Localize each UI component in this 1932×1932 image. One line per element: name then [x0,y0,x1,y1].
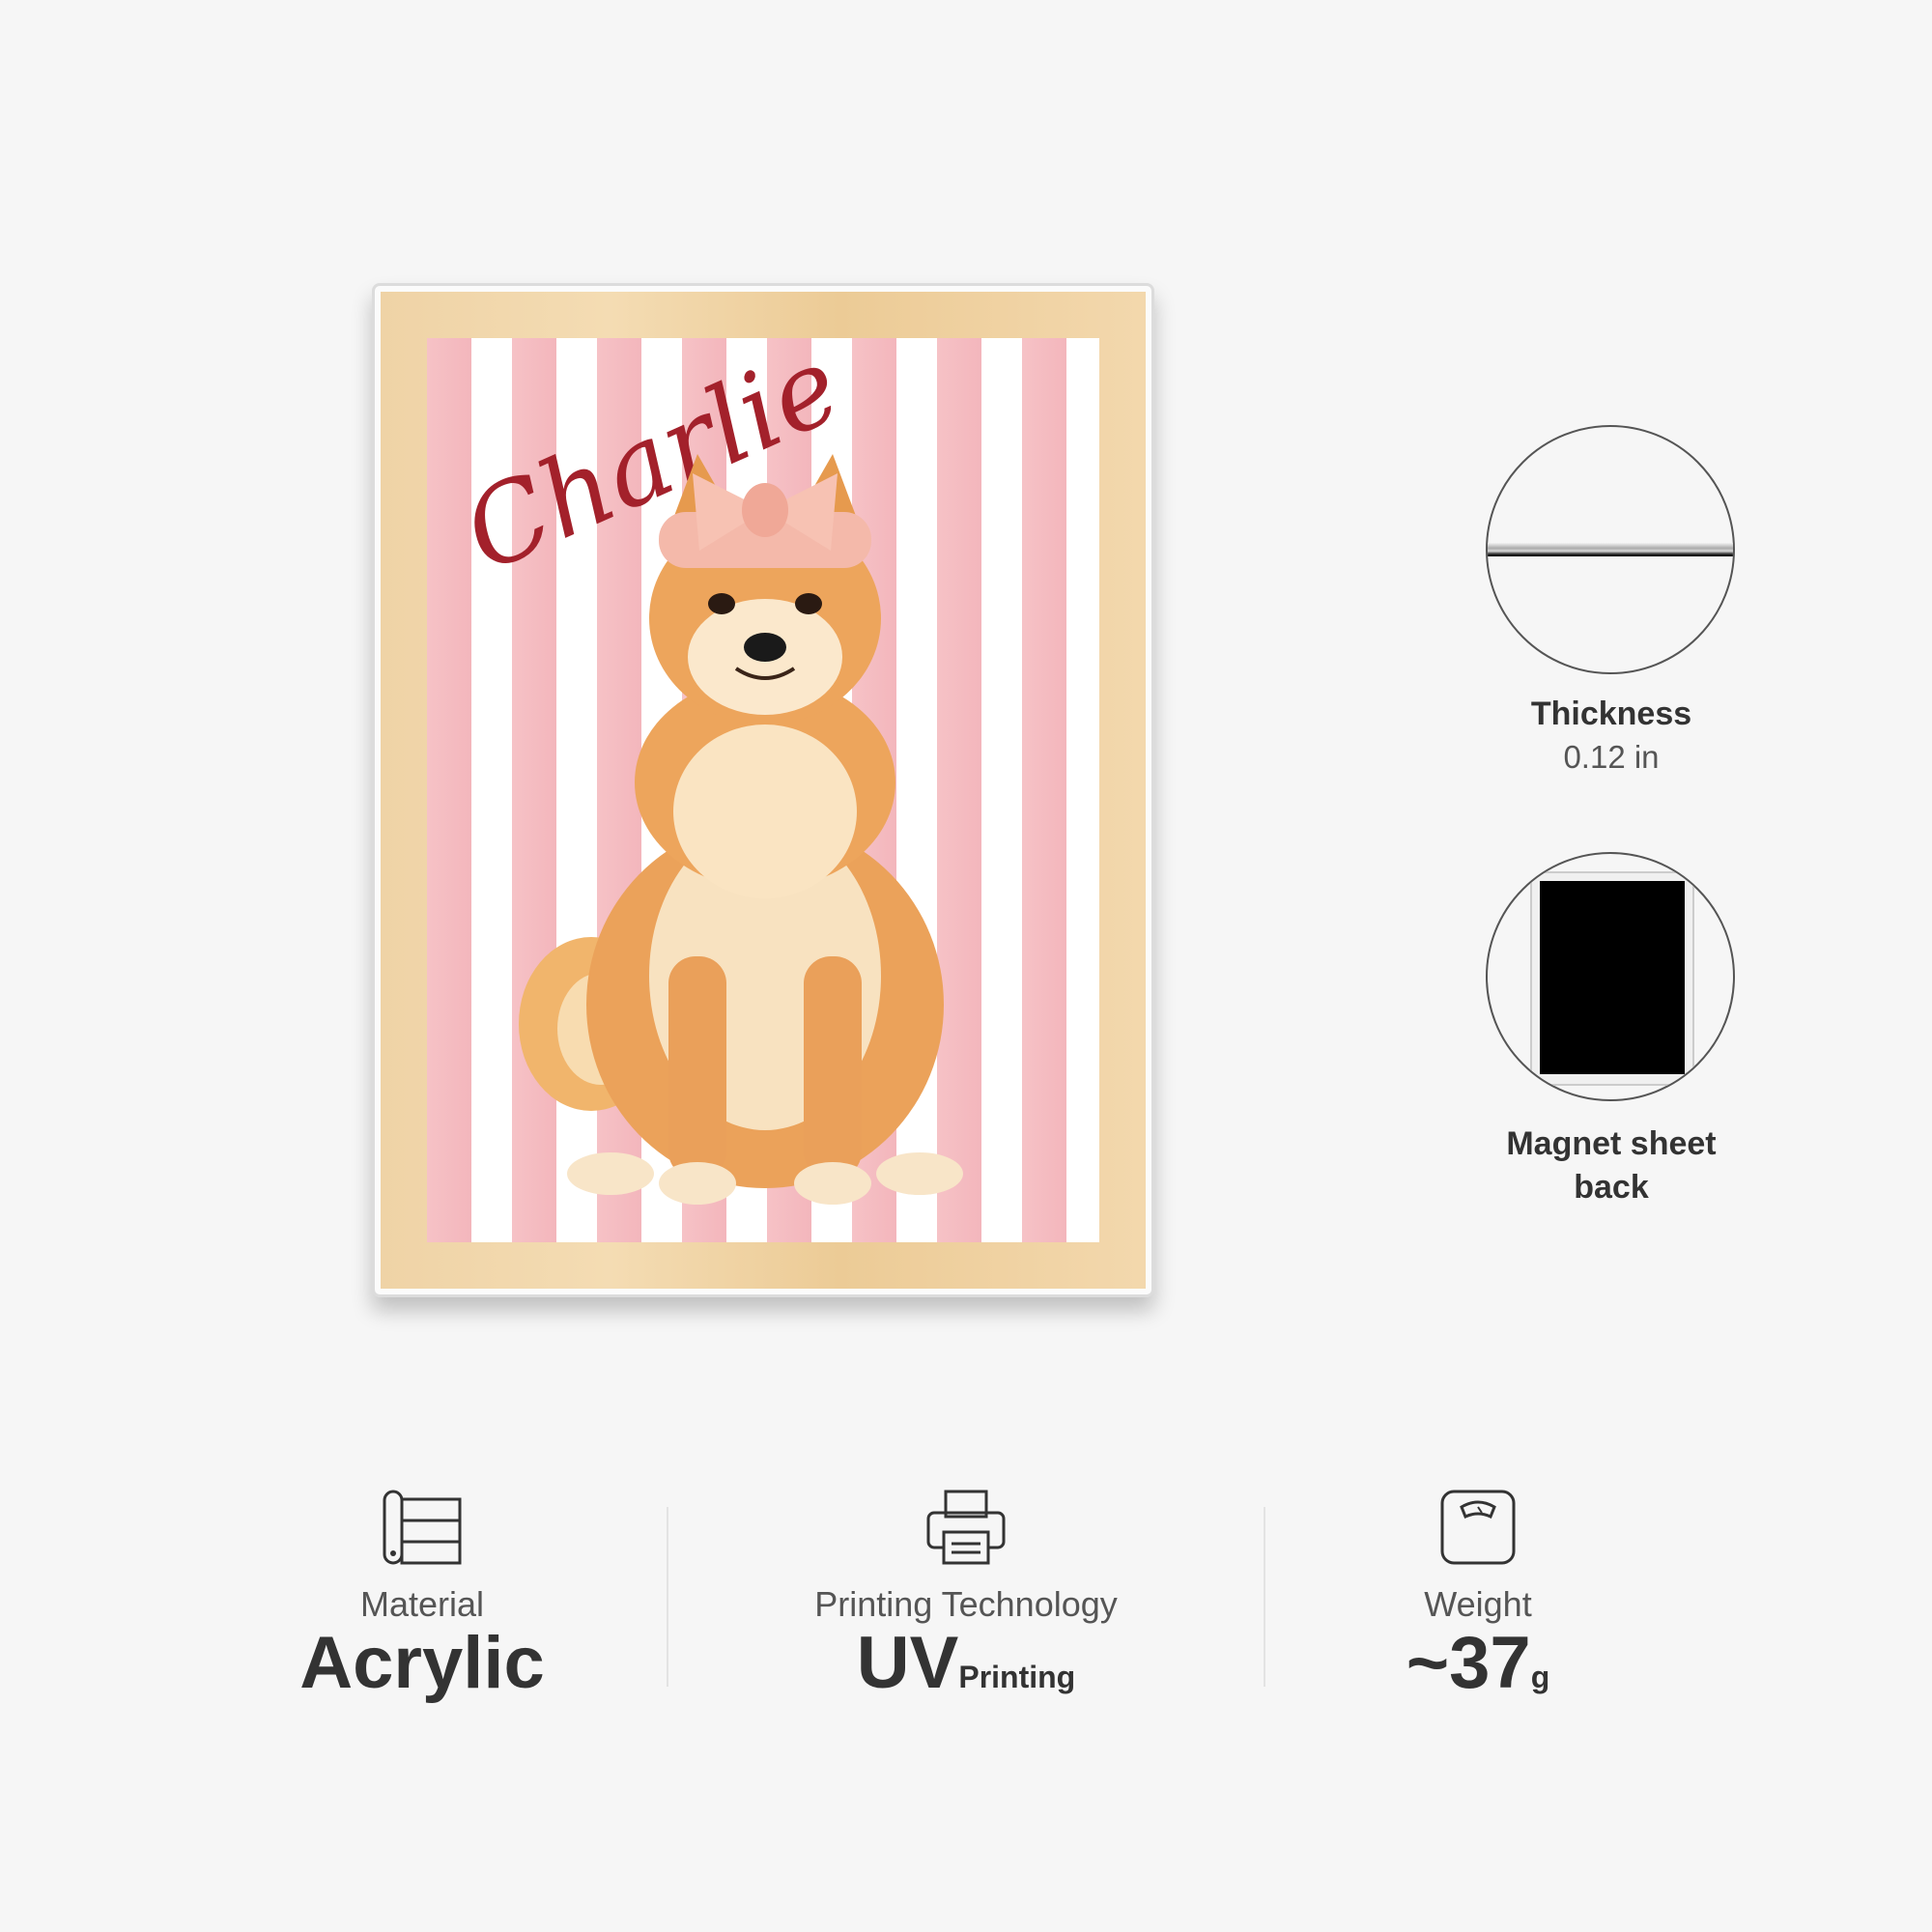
scale-icon [1440,1490,1516,1565]
printer-icon [926,1490,1006,1565]
weight-label: Weight [1424,1584,1532,1624]
magnet-title-line1: Magnet sheet [1506,1125,1717,1162]
magnet-detail-circle [1486,852,1735,1101]
weight-value-unit: g [1530,1660,1550,1694]
product-frame: Charlie [372,283,1154,1297]
weight-value: ~37g [1256,1621,1700,1705]
printing-value-main: UV [856,1622,959,1704]
printing-value-sub: Printing [958,1660,1076,1694]
feature-weight: Weight ~37g [1256,1488,1700,1705]
material-value: Acrylic [299,1622,545,1704]
feature-material: Material Acrylic [200,1488,644,1705]
feature-divider [667,1507,668,1687]
acrylic-edge-image [1488,543,1733,556]
wood-frame: Charlie [381,292,1146,1289]
material-roll-icon [383,1490,462,1565]
printing-value: UVPrinting [744,1621,1188,1705]
thickness-value: 0.12 in [1563,739,1660,775]
printing-label: Printing Technology [814,1584,1118,1624]
material-label: Material [359,1584,485,1624]
magnet-title-line2: back [1574,1169,1649,1206]
magnet-back-image [1530,871,1694,1086]
shiba-dog-illustration [519,454,963,1205]
feature-printing: Printing Technology UVPrinting [744,1488,1188,1705]
thickness-title: Thickness [1530,696,1692,732]
striped-artwork: Charlie [427,338,1099,1242]
thickness-detail-circle [1486,425,1735,674]
weight-value-main: ~37 [1406,1622,1531,1704]
